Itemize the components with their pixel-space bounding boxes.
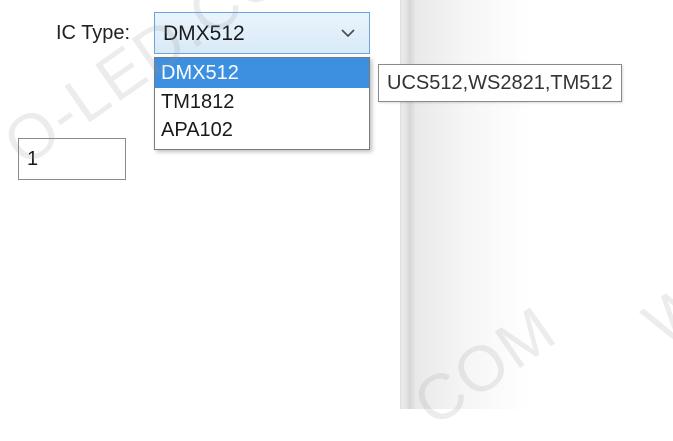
ic-type-dropdown-list: DMX512 TM1812 APA102: [154, 57, 370, 150]
chevron-down-icon: [341, 29, 355, 38]
ic-type-tooltip: UCS512,WS2821,TM512: [378, 64, 622, 102]
ic-type-select[interactable]: DMX512: [154, 12, 370, 54]
preview-panel: [416, 0, 673, 409]
ic-type-label: IC Type:: [56, 22, 131, 44]
dropdown-option-tm1812[interactable]: TM1812: [155, 88, 369, 116]
dropdown-option-apa102[interactable]: APA102: [155, 116, 369, 144]
panel-splitter[interactable]: [400, 0, 417, 409]
dropdown-option-dmx512[interactable]: DMX512: [155, 58, 369, 88]
numeric-input[interactable]: [18, 138, 126, 180]
ic-type-select-value: DMX512: [163, 22, 245, 45]
